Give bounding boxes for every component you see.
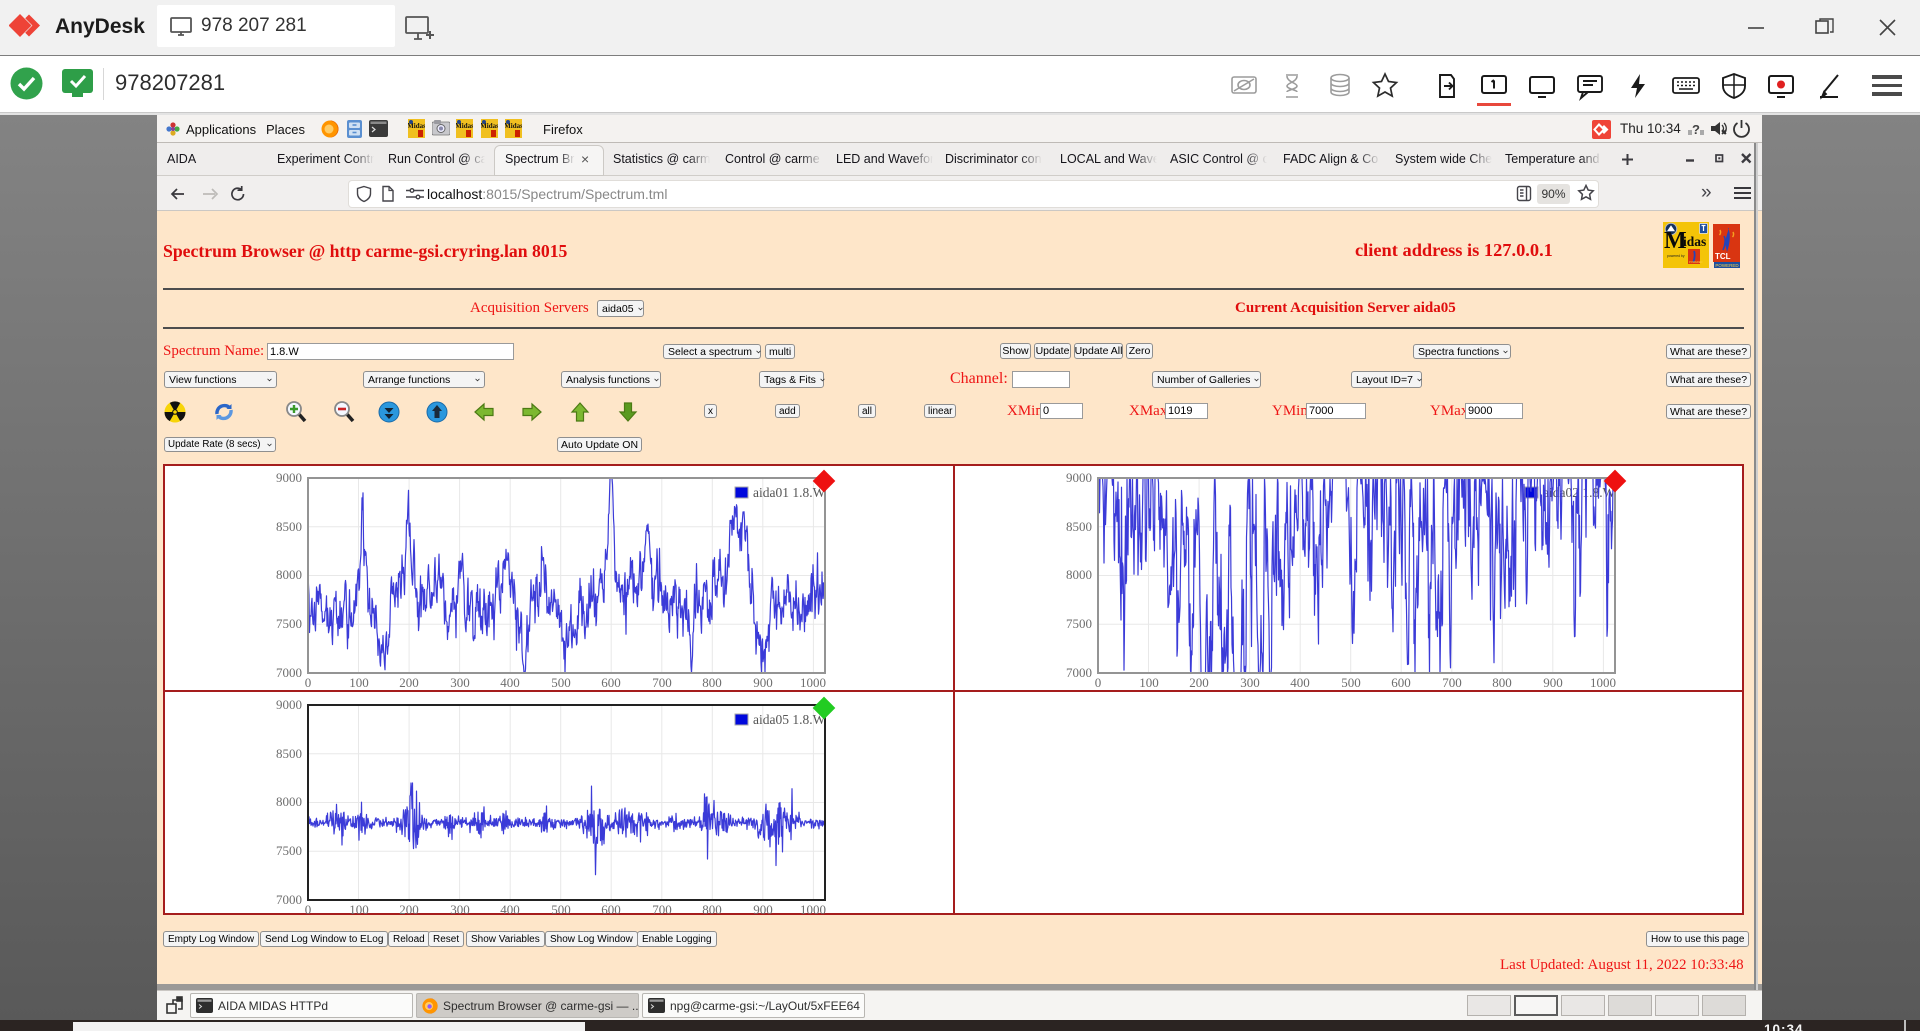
svg-text:400: 400 <box>500 902 520 917</box>
svg-text:7000: 7000 <box>276 892 302 907</box>
svg-text:0: 0 <box>305 902 312 917</box>
svg-text:7500: 7500 <box>1066 616 1092 631</box>
svg-text:0: 0 <box>305 675 312 690</box>
svg-text:700: 700 <box>1442 675 1462 690</box>
svg-text:aida02 1.8.W: aida02 1.8.W <box>1543 485 1616 500</box>
svg-text:powered by: powered by <box>1667 254 1685 258</box>
svg-text:500: 500 <box>551 902 571 917</box>
svg-text:500: 500 <box>551 675 571 690</box>
svg-text:100: 100 <box>349 902 369 917</box>
svg-text:800: 800 <box>702 902 722 917</box>
svg-text:1000: 1000 <box>1590 675 1616 690</box>
svg-text:200: 200 <box>399 675 419 690</box>
svg-text:7500: 7500 <box>276 843 302 858</box>
svg-text:8000: 8000 <box>276 567 302 582</box>
svg-text:8000: 8000 <box>276 794 302 809</box>
svg-text:900: 900 <box>753 675 773 690</box>
svg-text:700: 700 <box>652 902 672 917</box>
svg-text:500: 500 <box>1341 675 1361 690</box>
svg-text:100: 100 <box>349 675 369 690</box>
svg-text:POWERED: POWERED <box>1689 260 1703 264</box>
svg-text:aida05 1.8.W: aida05 1.8.W <box>753 712 826 727</box>
svg-text:600: 600 <box>601 902 621 917</box>
svg-text:1000: 1000 <box>800 675 826 690</box>
svg-text:600: 600 <box>601 675 621 690</box>
svg-text:?: ? <box>1692 122 1700 137</box>
svg-text:900: 900 <box>1543 675 1563 690</box>
svg-text:idas: idas <box>1683 234 1706 249</box>
svg-text:100: 100 <box>1139 675 1159 690</box>
svg-text:200: 200 <box>1189 675 1209 690</box>
svg-text:8500: 8500 <box>1066 519 1092 534</box>
svg-text:8500: 8500 <box>276 519 302 534</box>
svg-text:400: 400 <box>500 675 520 690</box>
svg-text:900: 900 <box>753 902 773 917</box>
svg-text:8500: 8500 <box>276 746 302 761</box>
svg-text:0: 0 <box>1095 675 1102 690</box>
svg-text:9000: 9000 <box>276 697 302 712</box>
svg-text:9000: 9000 <box>1066 470 1092 485</box>
svg-text:aida01 1.8.W: aida01 1.8.W <box>753 485 826 500</box>
svg-text:800: 800 <box>702 675 722 690</box>
svg-text:600: 600 <box>1391 675 1411 690</box>
svg-text:POWERED: POWERED <box>1715 263 1739 268</box>
svg-text:8000: 8000 <box>1066 567 1092 582</box>
svg-text:TCL: TCL <box>1715 252 1731 261</box>
svg-text:7000: 7000 <box>276 665 302 680</box>
svg-text:700: 700 <box>652 675 672 690</box>
svg-text:7500: 7500 <box>276 616 302 631</box>
svg-text:300: 300 <box>1240 675 1260 690</box>
svg-text:300: 300 <box>450 675 470 690</box>
svg-text:300: 300 <box>450 902 470 917</box>
svg-text:7000: 7000 <box>1066 665 1092 680</box>
svg-text:400: 400 <box>1290 675 1310 690</box>
svg-text:800: 800 <box>1492 675 1512 690</box>
svg-text:200: 200 <box>399 902 419 917</box>
svg-text:1000: 1000 <box>800 902 826 917</box>
svg-text:9000: 9000 <box>276 470 302 485</box>
